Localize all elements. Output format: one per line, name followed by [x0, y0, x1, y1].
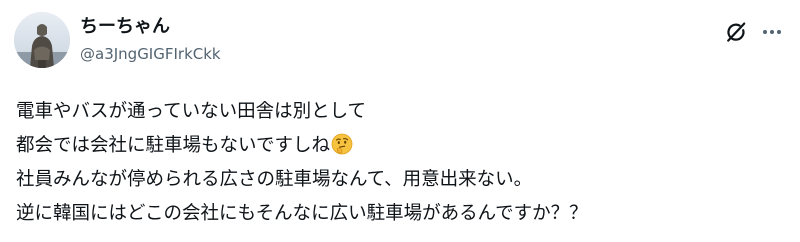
post-text-line: 逆に韓国にはどこの会社にもそんなに広い駐車場があるんですか？？: [16, 203, 588, 224]
more-options-icon[interactable]: [760, 20, 784, 44]
user-handle[interactable]: @a3JngGIGFIrkCkk: [80, 44, 221, 64]
post-text-line-with-emoji: 都会では会社に駐車場もないですしね: [16, 129, 788, 163]
post-text-line: 電車やバスが通っていない田舎は別として: [16, 101, 367, 122]
post-text-line: 都会では会社に駐車場もないですしね: [16, 135, 330, 156]
display-name[interactable]: ちーちゃん: [80, 15, 170, 39]
post-text-line: 社員みんなが停められる広さの駐車場なんて、用意出来ない。: [16, 169, 533, 190]
grok-icon[interactable]: [724, 20, 748, 44]
avatar[interactable]: [14, 12, 70, 68]
avatar-image: [14, 12, 70, 68]
post-text: 電車やバスが通っていない田舎は別として 都会では会社に駐車場もないですしね 社員…: [16, 95, 788, 231]
tweet-card: ちーちゃん @a3JngGIGFIrkCkk 電車やバスが通っていない田舎は別と…: [0, 0, 800, 242]
thinking-face-emoji-icon: [331, 133, 353, 155]
